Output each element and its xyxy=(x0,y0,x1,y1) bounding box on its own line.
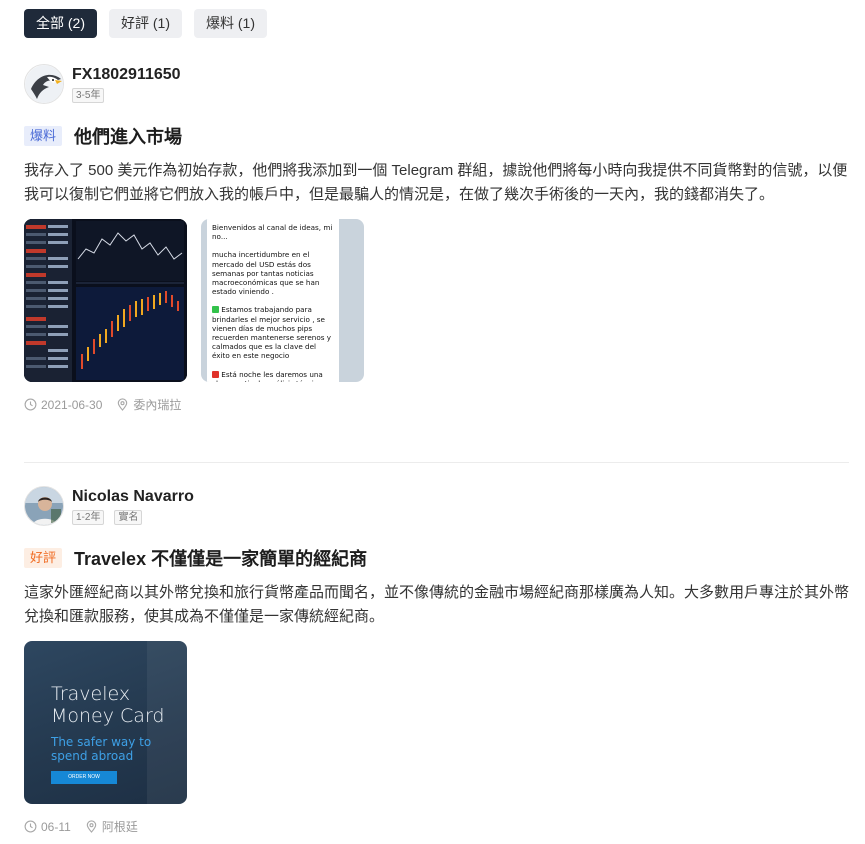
review-card: Nicolas Navarro 1-2年 實名 好評 Travelex 不僅僅是… xyxy=(24,486,849,835)
review-tag: 爆料 xyxy=(24,126,63,146)
review-user: Nicolas Navarro 1-2年 實名 xyxy=(24,486,849,530)
chat-message: Bienvenidos al canal de ideas, mi no... … xyxy=(207,219,339,382)
review-user: FX1802911650 3-5年 xyxy=(24,64,849,108)
chat-line: Bienvenidos al canal de ideas, mi no... xyxy=(212,223,333,242)
image-heading: Travelex Money Card xyxy=(51,683,165,727)
review-title: 他們進入市場 xyxy=(74,127,183,147)
review-location: 委內瑞拉 xyxy=(116,396,181,413)
chat-line: Estamos trabajando para brindarles el me… xyxy=(212,305,332,361)
chart-screenshot-graphic xyxy=(24,219,187,382)
image-cta: ORDER NOW xyxy=(51,771,117,784)
eagle-avatar-icon xyxy=(25,65,63,103)
review-card: FX1802911650 3-5年 爆料 他們進入市場 我存入了 500 美元作… xyxy=(24,64,849,413)
tab-all[interactable]: 全部 (2) xyxy=(24,9,97,38)
avatar[interactable] xyxy=(24,64,64,104)
review-body: 這家外匯經紀商以其外幣兌換和旅行貨幣產品而聞名，並不像傳統的金融市場經紀商那樣廣… xyxy=(24,584,850,625)
location-pin-icon xyxy=(118,398,128,411)
trading-chart-image[interactable] xyxy=(24,219,187,382)
experience-badge: 1-2年 xyxy=(72,510,105,525)
experience-badge: 3-5年 xyxy=(72,88,105,103)
avatar[interactable] xyxy=(24,486,64,526)
chat-line: mucha incertidumbre en el mercado del US… xyxy=(212,250,320,297)
image-subheading: The safer way to spend abroad xyxy=(51,735,152,763)
review-date: 06-11 xyxy=(24,820,71,834)
user-name[interactable]: FX1802911650 xyxy=(72,65,181,85)
alert-icon xyxy=(212,370,219,378)
review-body: 我存入了 500 美元作為初始存款，他們將我添加到一個 Telegram 群組，… xyxy=(24,162,848,203)
chat-screenshot-image[interactable]: Bienvenidos al canal de ideas, mi no... … xyxy=(201,219,364,382)
tab-praise[interactable]: 好評 (1) xyxy=(109,9,182,38)
check-icon xyxy=(212,306,219,314)
review-tag: 好評 xyxy=(24,548,63,568)
review-date: 2021-06-30 xyxy=(24,398,102,412)
clock-icon xyxy=(24,398,37,411)
travelex-card-image[interactable]: Travelex Money Card The safer way to spe… xyxy=(24,641,187,804)
review-title: Travelex 不僅僅是一家簡單的經紀商 xyxy=(74,549,368,569)
review-divider xyxy=(24,462,849,463)
location-pin-icon xyxy=(86,820,97,833)
clock-icon xyxy=(24,820,37,833)
user-name[interactable]: Nicolas Navarro xyxy=(72,487,194,507)
verified-badge: 實名 xyxy=(114,510,143,525)
user-photo-avatar-icon xyxy=(25,487,63,525)
filter-tabs: 全部 (2) 好評 (1) 爆料 (1) xyxy=(24,9,267,38)
review-location: 阿根廷 xyxy=(85,818,138,835)
chat-line: Está noche les daremos una clase gratis … xyxy=(212,370,334,382)
tab-expose[interactable]: 爆料 (1) xyxy=(194,9,267,38)
